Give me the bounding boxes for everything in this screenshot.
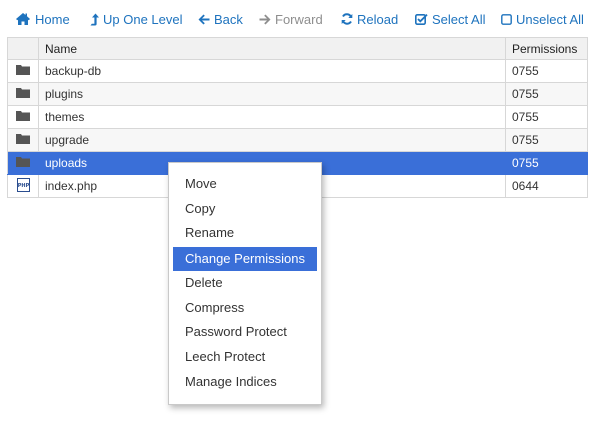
menu-item-delete[interactable]: Delete xyxy=(173,271,317,295)
file-permissions: 0644 xyxy=(505,174,588,198)
forward-button[interactable]: Forward xyxy=(259,10,323,28)
file-name: themes xyxy=(38,105,506,129)
file-permissions: 0755 xyxy=(505,59,588,83)
menu-item-manage-indices[interactable]: Manage Indices xyxy=(173,370,317,394)
checked-box-icon xyxy=(415,13,428,25)
file-name: plugins xyxy=(38,82,506,106)
back-label: Back xyxy=(214,11,243,27)
table-row[interactable]: plugins 0755 xyxy=(7,82,588,106)
menu-item-leech-protect[interactable]: Leech Protect xyxy=(173,345,317,369)
context-menu: Move Copy Rename Change Permissions Dele… xyxy=(168,162,322,405)
table-row[interactable]: backup-db 0755 xyxy=(7,59,588,83)
up-one-level-label: Up One Level xyxy=(103,11,183,27)
php-file-icon: PHP xyxy=(7,174,39,198)
file-permissions: 0755 xyxy=(505,128,588,152)
permissions-column-header[interactable]: Permissions xyxy=(505,37,588,60)
folder-icon xyxy=(7,128,39,152)
back-button[interactable]: Back xyxy=(198,10,243,28)
folder-icon xyxy=(7,82,39,106)
arrow-right-icon xyxy=(259,14,271,24)
empty-box-icon xyxy=(501,13,512,25)
menu-item-rename[interactable]: Rename xyxy=(173,221,317,245)
file-name: upgrade xyxy=(38,128,506,152)
home-icon xyxy=(16,13,30,25)
home-label: Home xyxy=(35,11,70,27)
file-permissions: 0755 xyxy=(505,151,588,175)
arrow-left-icon xyxy=(198,14,210,24)
file-name: backup-db xyxy=(38,59,506,83)
level-up-icon xyxy=(90,13,99,25)
icon-column-header xyxy=(7,37,39,60)
svg-text:PHP: PHP xyxy=(17,183,29,189)
file-permissions: 0755 xyxy=(505,82,588,106)
menu-item-move[interactable]: Move xyxy=(173,172,317,196)
table-row[interactable]: themes 0755 xyxy=(7,105,588,129)
file-permissions: 0755 xyxy=(505,105,588,129)
unselect-all-button[interactable]: Unselect All xyxy=(501,10,584,28)
refresh-icon xyxy=(341,13,353,25)
forward-label: Forward xyxy=(275,11,323,27)
folder-icon xyxy=(7,105,39,129)
table-row[interactable]: upgrade 0755 xyxy=(7,128,588,152)
reload-label: Reload xyxy=(357,11,399,27)
select-all-button[interactable]: Select All xyxy=(415,10,485,28)
reload-button[interactable]: Reload xyxy=(341,10,398,28)
name-column-header[interactable]: Name xyxy=(38,37,506,60)
menu-item-change-permissions[interactable]: Change Permissions xyxy=(173,247,317,271)
table-header-row: Name Permissions xyxy=(7,37,588,60)
folder-icon xyxy=(7,59,39,83)
menu-item-copy[interactable]: Copy xyxy=(173,197,317,221)
up-one-level-button[interactable]: Up One Level xyxy=(90,10,183,28)
menu-item-compress[interactable]: Compress xyxy=(173,296,317,320)
folder-icon xyxy=(7,151,39,175)
file-manager-toolbar: Home Up One Level Back Forward Reload Se… xyxy=(0,0,600,36)
home-button[interactable]: Home xyxy=(15,10,70,28)
menu-item-password-protect[interactable]: Password Protect xyxy=(173,320,317,344)
select-all-label: Select All xyxy=(432,11,486,27)
unselect-all-label: Unselect All xyxy=(516,11,584,27)
